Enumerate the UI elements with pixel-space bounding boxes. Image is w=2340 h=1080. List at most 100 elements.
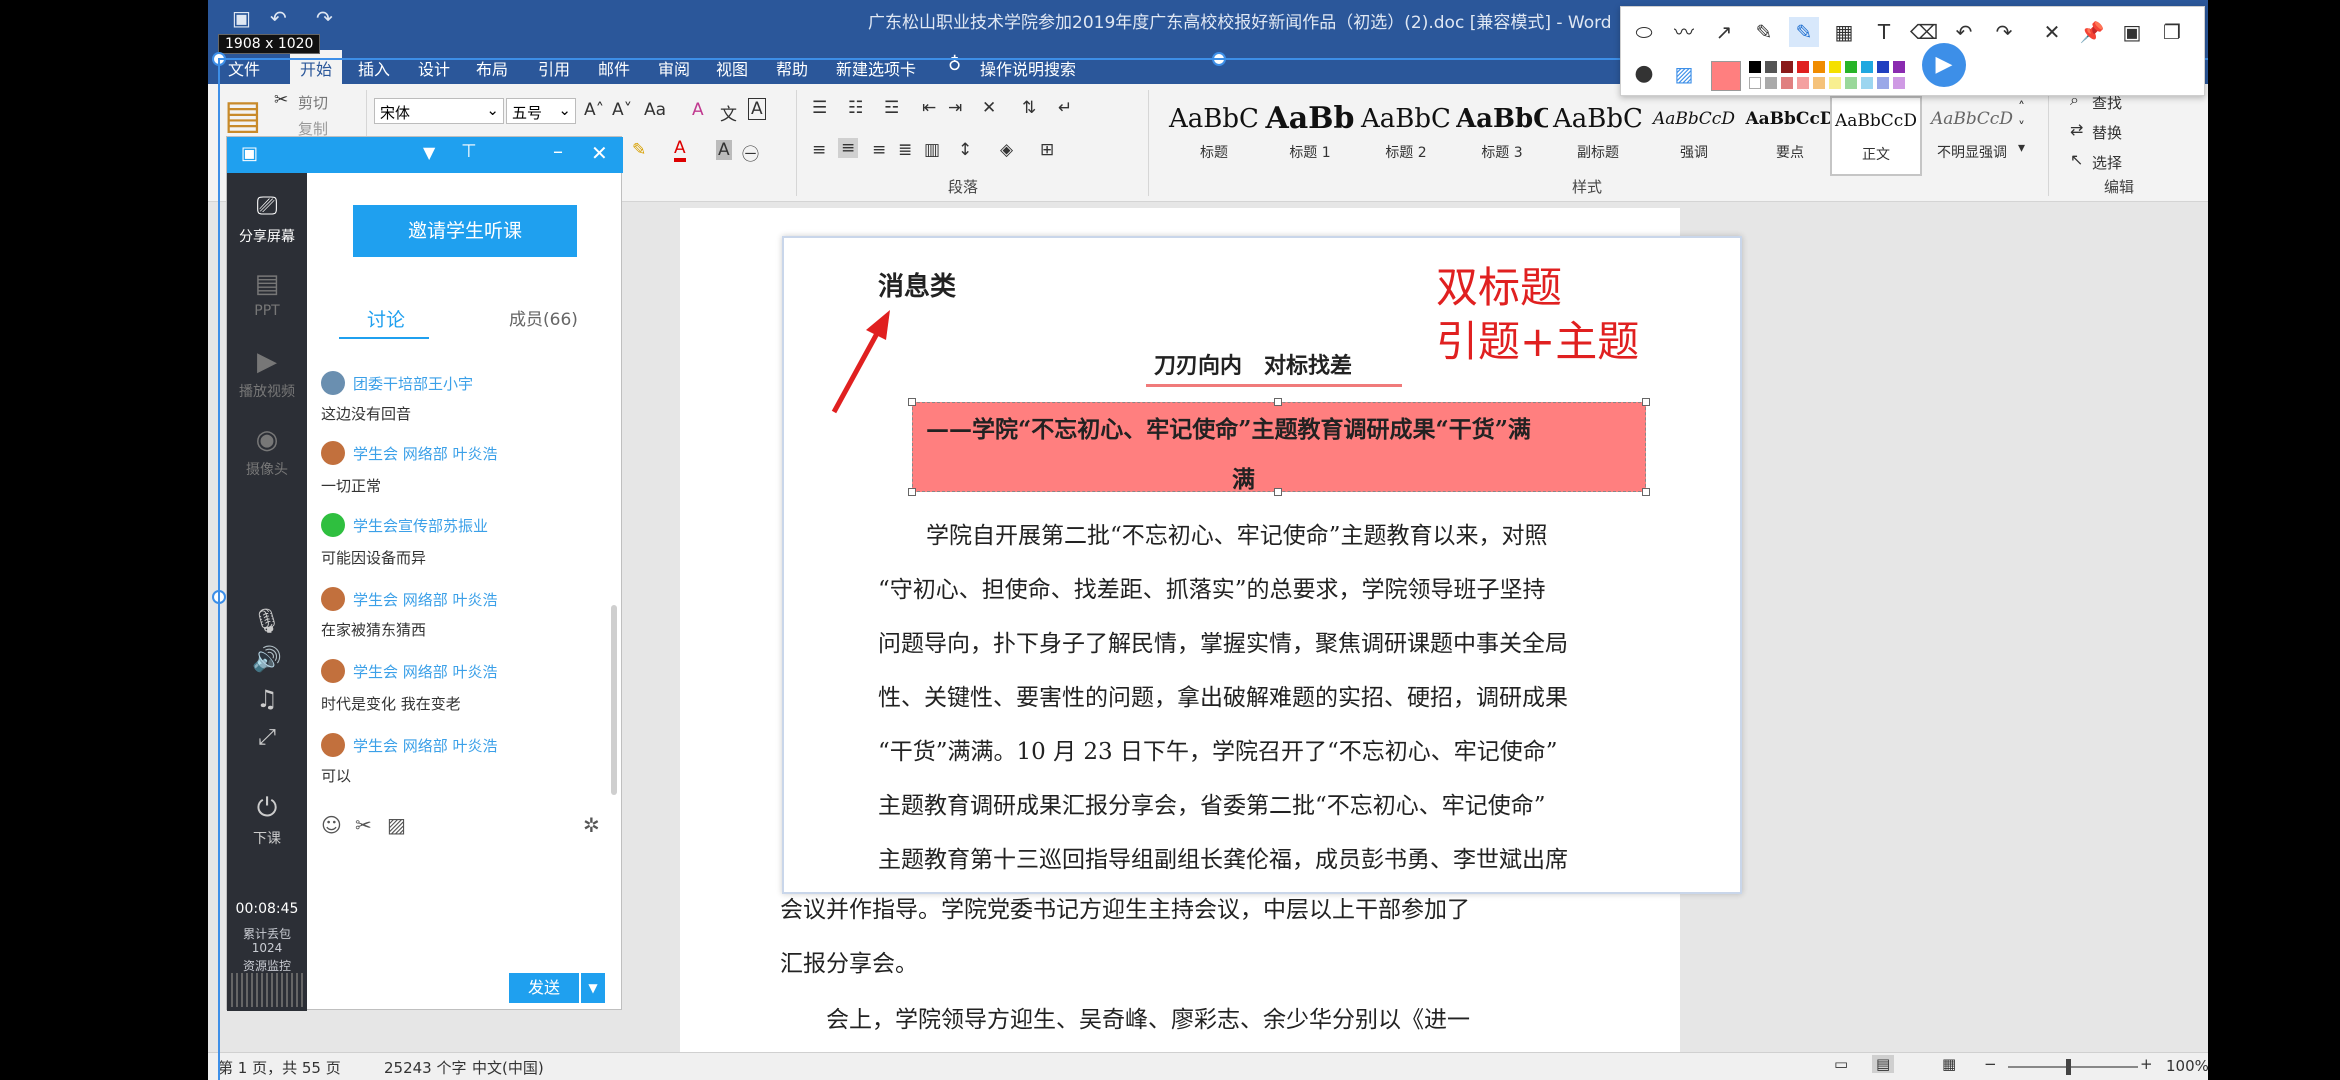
color-swatch[interactable] bbox=[1877, 77, 1889, 89]
shape-icon[interactable]: ⬭ bbox=[1629, 17, 1659, 47]
copy-icon[interactable]: ❐ bbox=[2157, 17, 2187, 47]
language[interactable]: 中文(中国) bbox=[472, 1057, 544, 1078]
color-swatch[interactable] bbox=[1797, 77, 1809, 89]
clear-format-icon[interactable]: A bbox=[692, 100, 704, 120]
selection-handle[interactable] bbox=[1642, 398, 1650, 406]
color-swatch[interactable] bbox=[1813, 77, 1825, 89]
share-screen-button[interactable]: ⎚ 分享屏幕 bbox=[227, 191, 307, 246]
highlight-icon[interactable]: ✎ bbox=[632, 140, 646, 160]
end-class-button[interactable]: ⏻ 下课 bbox=[227, 793, 307, 848]
word-count[interactable]: 25243 个字 bbox=[384, 1057, 467, 1078]
color-swatch[interactable] bbox=[1781, 61, 1793, 73]
microphone-icon[interactable]: 🎙 bbox=[227, 607, 307, 635]
color-swatch[interactable] bbox=[1797, 61, 1809, 73]
send-options-button[interactable]: ▼ bbox=[581, 973, 605, 1003]
collapse-icon[interactable]: ▼ bbox=[423, 143, 435, 162]
selection-handle[interactable] bbox=[908, 398, 916, 406]
arrow-tool-icon[interactable]: ↗ bbox=[1709, 17, 1739, 47]
borders-icon[interactable]: ⊞ bbox=[1040, 140, 1054, 160]
char-shading-icon[interactable]: A bbox=[716, 140, 732, 160]
font-name-select[interactable]: 宋体 ⌄ bbox=[374, 98, 504, 124]
font-size-select[interactable]: 五号 ⌄ bbox=[506, 98, 576, 124]
page-count[interactable]: 第 1 页，共 55 页 bbox=[218, 1057, 341, 1078]
zoom-level[interactable]: 100% bbox=[2166, 1057, 2208, 1075]
select-button[interactable]: 选择 bbox=[2092, 152, 2122, 173]
multilevel-icon[interactable]: ☲ bbox=[884, 98, 899, 118]
color-swatch[interactable] bbox=[1861, 77, 1873, 89]
minimize-icon[interactable]: – bbox=[553, 139, 563, 163]
color-swatch[interactable] bbox=[1845, 77, 1857, 89]
selection-handle[interactable] bbox=[908, 488, 916, 496]
style-heading1[interactable]: AaBb 标题 1 bbox=[1264, 96, 1356, 176]
settings-icon[interactable]: ✲ bbox=[583, 813, 600, 837]
scissors-icon[interactable]: ✂ bbox=[355, 813, 372, 837]
mosaic-icon[interactable]: ▦ bbox=[1829, 17, 1859, 47]
increase-indent-icon[interactable]: ⇥ bbox=[948, 98, 962, 118]
show-marks-icon[interactable]: ↵ bbox=[1058, 98, 1072, 118]
emoji-icon[interactable]: ☺ bbox=[321, 813, 342, 837]
style-heading2[interactable]: AaBbC 标题 2 bbox=[1360, 96, 1452, 176]
send-button[interactable]: 发送 bbox=[509, 973, 579, 1003]
music-icon[interactable]: ♫ bbox=[227, 685, 307, 713]
style-subtle-emphasis[interactable]: AaBbCcD 不明显强调 bbox=[1926, 96, 2018, 176]
invite-students-button[interactable]: 邀请学生听课 bbox=[353, 205, 577, 257]
style-emphasis[interactable]: AaBbCcD 强调 bbox=[1648, 96, 1740, 176]
line-spacing-icon[interactable]: ↕ bbox=[958, 140, 972, 160]
print-layout-icon[interactable]: ▤ bbox=[1872, 1055, 1895, 1073]
speaker-icon[interactable]: 🔊 bbox=[227, 645, 307, 673]
color-swatch[interactable] bbox=[1893, 77, 1905, 89]
zoom-in-icon[interactable]: + bbox=[2140, 1055, 2153, 1073]
align-right-icon[interactable]: ≡ bbox=[872, 140, 886, 160]
select-icon[interactable]: ↖ bbox=[2070, 150, 2083, 169]
replace-icon[interactable]: ⇄ bbox=[2070, 120, 2083, 139]
align-center-icon[interactable]: ≡ bbox=[838, 138, 859, 158]
font-color-icon[interactable]: A bbox=[674, 138, 686, 162]
shrink-font-icon[interactable]: A˅ bbox=[612, 100, 632, 120]
chat-scrollbar[interactable] bbox=[611, 605, 617, 795]
cut-icon[interactable]: ✂ bbox=[274, 90, 288, 110]
selection-handle[interactable] bbox=[1274, 398, 1282, 406]
color-swatch[interactable] bbox=[1893, 61, 1905, 73]
undo-icon[interactable]: ↶ bbox=[270, 6, 287, 30]
cut-label[interactable]: 剪切 bbox=[298, 92, 328, 113]
color-swatch[interactable] bbox=[1781, 77, 1793, 89]
distributed-icon[interactable]: ▥ bbox=[924, 140, 940, 160]
color-swatch[interactable] bbox=[1861, 61, 1873, 73]
close-icon[interactable]: ✕ bbox=[591, 141, 608, 165]
tab-home[interactable]: 开始 bbox=[290, 50, 343, 84]
opacity-icon[interactable]: ▨ bbox=[1669, 59, 1699, 89]
zoom-slider[interactable] bbox=[2008, 1066, 2138, 1068]
color-swatch[interactable] bbox=[1813, 61, 1825, 73]
color-swatch[interactable] bbox=[1749, 77, 1761, 89]
color-swatch[interactable] bbox=[1829, 61, 1841, 73]
selection-handle[interactable] bbox=[1642, 488, 1650, 496]
change-case-icon[interactable]: Aa bbox=[644, 100, 666, 120]
slide-overlay[interactable]: 消息类 双标题 引题+主题 刀刃向内 对标找差 ——学院“不忘初心、牢记使命”主… bbox=[782, 236, 1742, 894]
tab-discussion[interactable]: 讨论 bbox=[367, 305, 405, 332]
current-color-swatch[interactable] bbox=[1711, 61, 1741, 91]
pen-icon[interactable]: ✎ bbox=[1749, 17, 1779, 47]
color-swatch[interactable] bbox=[1829, 77, 1841, 89]
justify-icon[interactable]: ≣ bbox=[898, 140, 912, 160]
enclose-char-icon[interactable]: ㊀ bbox=[742, 140, 759, 165]
web-layout-icon[interactable]: ▦ bbox=[1942, 1055, 1956, 1073]
save-icon[interactable]: ▣ bbox=[232, 6, 251, 30]
asian-layout-icon[interactable]: ✕ bbox=[982, 98, 996, 118]
replace-button[interactable]: 替换 bbox=[2092, 122, 2122, 143]
sort-icon[interactable]: ⇅ bbox=[1022, 98, 1036, 118]
shading-icon[interactable]: ◈ bbox=[1000, 140, 1013, 160]
color-swatch[interactable] bbox=[1749, 61, 1761, 73]
read-mode-icon[interactable]: ▭ bbox=[1834, 1055, 1848, 1073]
zoom-slider-thumb[interactable] bbox=[2066, 1059, 2071, 1075]
decrease-indent-icon[interactable]: ⇤ bbox=[922, 98, 936, 118]
color-swatch[interactable] bbox=[1765, 61, 1777, 73]
style-strong[interactable]: AaBbCcD 要点 bbox=[1744, 96, 1836, 176]
grow-font-icon[interactable]: A˄ bbox=[584, 100, 604, 120]
char-border-icon[interactable]: A bbox=[748, 98, 766, 120]
text-tool-icon[interactable]: T bbox=[1869, 17, 1899, 47]
redo-icon[interactable]: ↷ bbox=[316, 6, 333, 30]
align-left-icon[interactable]: ≡ bbox=[812, 140, 826, 160]
highlighter-icon[interactable]: ✎ bbox=[1789, 17, 1819, 47]
brush-size-icon[interactable]: ● bbox=[1629, 59, 1659, 89]
freehand-icon[interactable]: 〰 bbox=[1669, 17, 1699, 47]
